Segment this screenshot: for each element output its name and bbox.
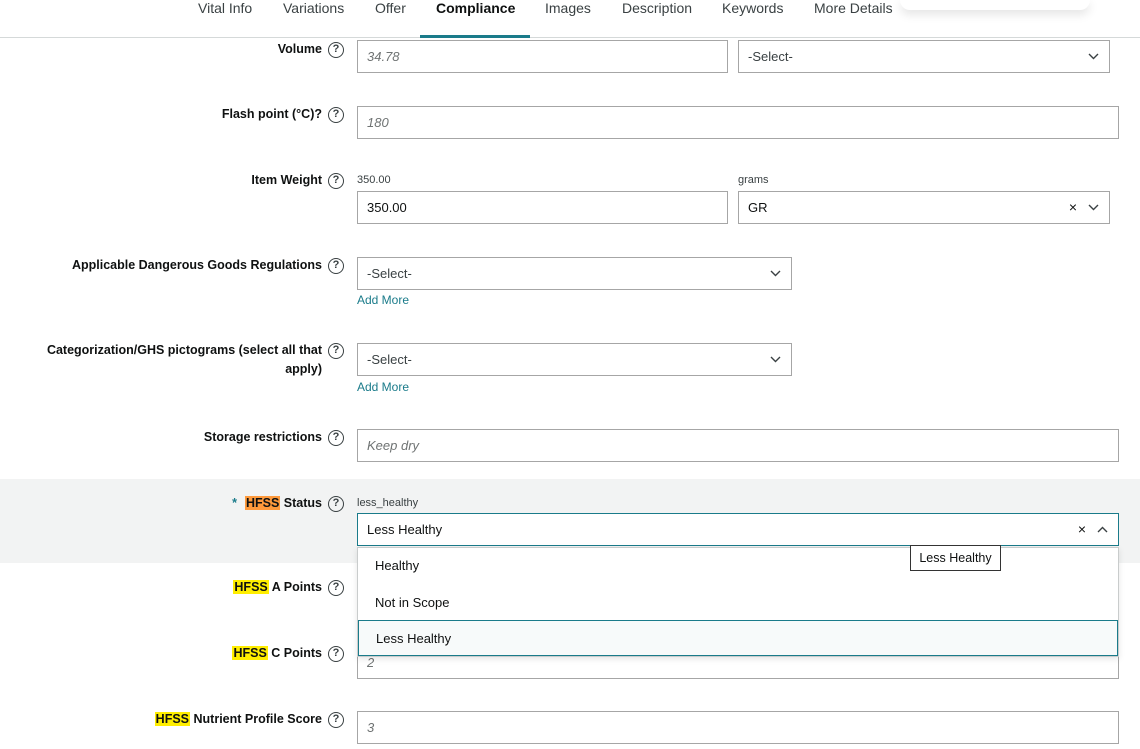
help-icon[interactable]: ?	[328, 496, 344, 512]
ghs-select[interactable]: -Select-	[357, 343, 792, 376]
hfss-highlight: HFSS	[232, 646, 268, 660]
item-weight-unit-hint: grams	[738, 174, 769, 186]
help-icon[interactable]: ?	[328, 107, 344, 123]
tab-compliance[interactable]: Compliance	[419, 0, 531, 38]
tabbar-shadow	[900, 0, 1090, 10]
hfss-c-points-label: HFSS C Points	[232, 644, 322, 663]
volume-input[interactable]: 34.78	[357, 40, 728, 73]
ghs-label: Categorization/GHS pictograms (select al…	[47, 341, 322, 379]
hfss-nutrient-score-label: HFSS Nutrient Profile Score	[154, 710, 323, 729]
tooltip: Less Healthy	[910, 545, 1001, 571]
dropdown-option-healthy[interactable]: Healthy	[358, 548, 1118, 584]
hfss-c-points-label-text: C Points	[271, 646, 322, 660]
volume-label: Volume	[277, 42, 322, 56]
item-weight-unit-select[interactable]: GR ×	[738, 191, 1110, 224]
hfss-a-points-label: HFSS A Points	[233, 578, 322, 597]
ghs-label-line2: apply)	[285, 362, 322, 376]
hfss-status-label-text: Status	[283, 496, 322, 510]
hfss-status-hint: less_healthy	[357, 497, 419, 509]
item-weight-hint: 350.00	[357, 174, 391, 186]
hfss-status-dropdown: Healthy Not in Scope Less Healthy	[357, 547, 1119, 657]
required-mark: *	[232, 496, 237, 510]
item-weight-unit-value: GR	[748, 200, 768, 215]
dangerous-goods-add-more-link[interactable]: Add More	[357, 293, 409, 307]
hfss-nutrient-score-input[interactable]: 3	[357, 711, 1119, 744]
chevron-up-icon[interactable]	[1097, 514, 1108, 533]
help-icon[interactable]: ?	[328, 42, 344, 58]
tab-offer[interactable]: Offer	[375, 0, 406, 38]
item-weight-label: Item Weight	[251, 173, 322, 187]
flash-point-input[interactable]: 180	[357, 106, 1119, 139]
chevron-down-icon	[1088, 41, 1099, 60]
ghs-label-line1: Categorization/GHS pictograms (select al…	[46, 343, 322, 357]
tab-more-details[interactable]: More Details	[814, 0, 893, 38]
help-icon[interactable]: ?	[328, 173, 344, 189]
help-icon[interactable]: ?	[328, 580, 344, 596]
volume-unit-select[interactable]: -Select-	[738, 40, 1110, 73]
storage-label: Storage restrictions	[203, 430, 322, 444]
hfss-a-points-label-text: A Points	[271, 580, 322, 594]
ghs-add-more-link[interactable]: Add More	[357, 380, 409, 394]
help-icon[interactable]: ?	[328, 646, 344, 662]
dangerous-goods-select-value: -Select-	[367, 266, 412, 281]
dropdown-option-less-healthy[interactable]: Less Healthy	[358, 620, 1118, 656]
hfss-status-select[interactable]: Less Healthy ×	[357, 513, 1119, 546]
tab-bar: Vital Info Variations Offer Compliance I…	[0, 0, 1140, 38]
dropdown-option-not-in-scope[interactable]: Not in Scope	[358, 585, 1118, 621]
help-icon[interactable]: ?	[328, 258, 344, 274]
hfss-highlight: HFSS	[154, 712, 191, 726]
chevron-down-icon	[770, 258, 781, 277]
dangerous-goods-select[interactable]: -Select-	[357, 257, 792, 290]
tab-images[interactable]: Images	[545, 0, 591, 38]
hfss-nutrient-score-label-text: Nutrient Profile Score	[193, 712, 323, 726]
clear-icon[interactable]: ×	[1078, 514, 1086, 545]
tab-variations[interactable]: Variations	[283, 0, 344, 38]
dangerous-goods-label: Applicable Dangerous Goods Regulations	[71, 258, 322, 272]
help-icon[interactable]: ?	[328, 430, 344, 446]
ghs-select-value: -Select-	[367, 352, 412, 367]
flash-point-label: Flash point (°C)?	[221, 107, 322, 121]
item-weight-input[interactable]: 350.00	[357, 191, 728, 224]
tab-keywords[interactable]: Keywords	[722, 0, 783, 38]
help-icon[interactable]: ?	[328, 712, 344, 728]
hfss-status-label: * HFSS Status	[232, 494, 322, 513]
hfss-status-select-value: Less Healthy	[367, 522, 443, 537]
help-icon[interactable]: ?	[328, 343, 344, 359]
chevron-down-icon	[1088, 192, 1099, 211]
hfss-highlight: HFSS	[244, 496, 281, 510]
volume-unit-select-value: -Select-	[748, 49, 793, 64]
tab-description[interactable]: Description	[622, 0, 692, 38]
chevron-down-icon	[770, 344, 781, 363]
clear-icon[interactable]: ×	[1069, 192, 1077, 223]
storage-input[interactable]: Keep dry	[357, 429, 1119, 462]
hfss-highlight: HFSS	[233, 580, 269, 594]
tab-vital-info[interactable]: Vital Info	[198, 0, 252, 38]
